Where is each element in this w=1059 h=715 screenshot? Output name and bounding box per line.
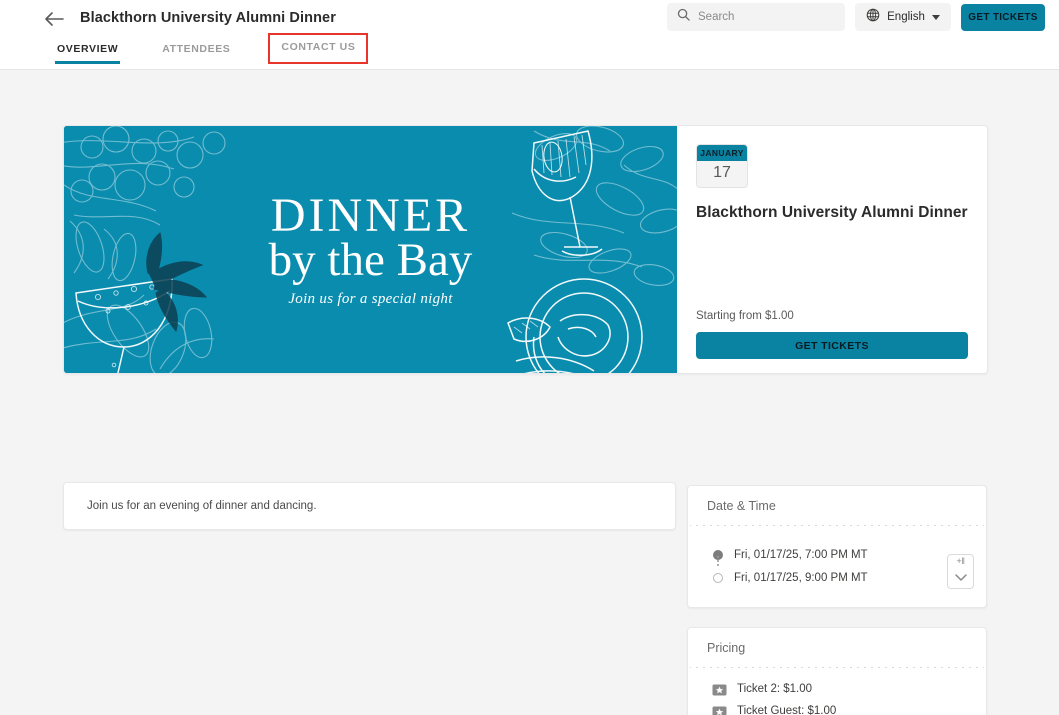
pricing-card: Pricing Ticket 2: $1.00 Ticket Guest: $1… [687,627,987,715]
add-to-calendar-button[interactable]: +‖ [947,554,974,589]
ticket-star-icon [712,683,727,696]
app-header: Blackthorn University Alumni Dinner Engl… [0,0,1059,37]
timeline-connector [717,555,719,568]
search-icon [677,8,690,26]
page-title: Blackthorn University Alumni Dinner [80,10,336,26]
date-time-row: Fri, 01/17/25, 9:00 PM MT [713,566,986,589]
chevron-down-icon [931,14,940,20]
ticket-star-icon [712,705,727,715]
event-description-text: Join us for an evening of dinner and dan… [87,500,317,512]
pricing-row: Ticket Guest: $1.00 [712,700,986,715]
pricing-item-text: Ticket Guest: $1.00 [737,705,837,715]
tab-bar: OVERVIEW ATTENDEES CONTACT US [0,33,1059,70]
header-get-tickets-button[interactable]: GET TICKETS [961,3,1045,31]
end-datetime-text: Fri, 01/17/25, 9:00 PM MT [734,571,868,584]
start-datetime-text: Fri, 01/17/25, 7:00 PM MT [734,548,868,561]
event-title: Blackthorn University Alumni Dinner [696,204,968,221]
tab-attendees[interactable]: ATTENDEES [162,37,230,64]
date-time-list: Fri, 01/17/25, 7:00 PM MT Fri, 01/17/25,… [688,526,986,589]
event-date-badge: JANUARY 17 [696,144,748,188]
search-input[interactable] [698,11,835,23]
add-to-calendar-icon: +‖ [956,556,965,566]
language-selector[interactable]: English [855,3,951,31]
pricing-heading: Pricing [707,641,746,655]
tab-overview[interactable]: OVERVIEW [54,37,121,64]
globe-icon [866,8,880,27]
hero-get-tickets-button[interactable]: GET TICKETS [696,332,968,359]
date-time-heading: Date & Time [707,499,776,513]
pricing-row: Ticket 2: $1.00 [712,678,986,700]
date-badge-day: 17 [713,164,731,181]
language-label: English [887,11,925,23]
date-time-card: Date & Time Fri, 01/17/25, 7:00 PM MT Fr… [687,485,987,608]
date-time-row: Fri, 01/17/25, 7:00 PM MT [713,543,986,566]
starting-price-label: Starting from $1.00 [696,310,794,322]
pricing-list: Ticket 2: $1.00 Ticket Guest: $1.00 [688,668,986,715]
event-banner-image: DINNER by the Bay Join us for a special … [64,126,677,373]
date-badge-month: JANUARY [697,145,747,161]
pricing-item-text: Ticket 2: $1.00 [737,683,813,695]
back-arrow-icon[interactable] [44,11,64,27]
header-controls: English GET TICKETS [667,3,1045,31]
event-description-card: Join us for an evening of dinner and dan… [63,482,676,530]
end-marker-icon [713,572,723,583]
search-field[interactable] [667,3,845,31]
event-hero-card: DINNER by the Bay Join us for a special … [63,125,988,374]
chevron-down-icon [954,568,967,586]
tab-contact-us[interactable]: CONTACT US [268,33,369,64]
event-summary-panel: JANUARY 17 Blackthorn University Alumni … [677,126,987,373]
